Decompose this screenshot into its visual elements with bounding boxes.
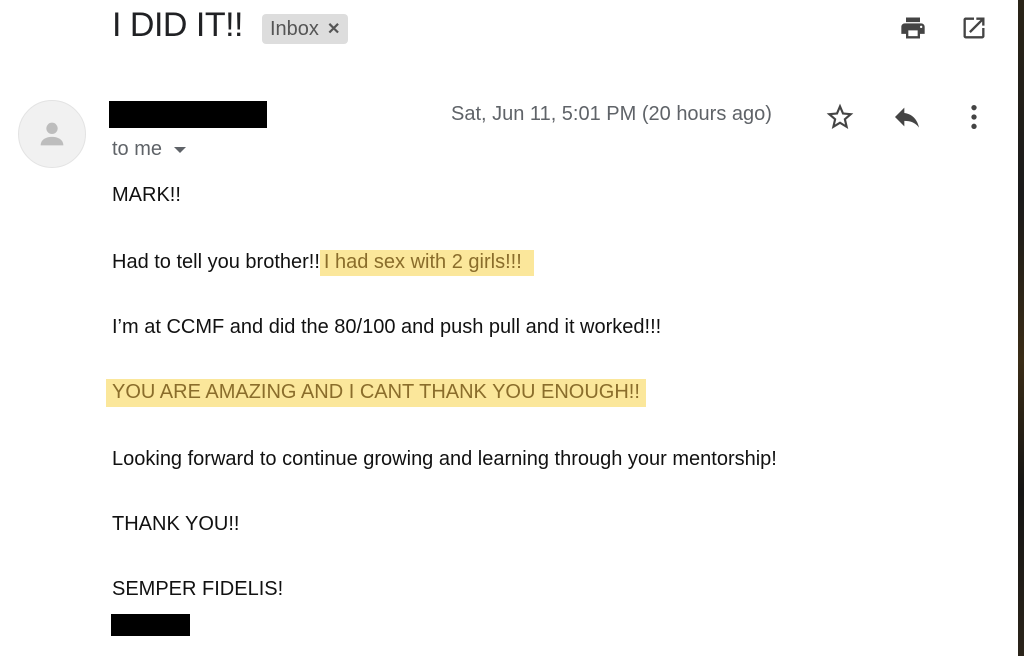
recipient-details-toggle[interactable]: to me [112, 138, 187, 161]
body-signoff: SEMPER FIDELIS! [112, 578, 284, 600]
label-chip-text: Inbox [270, 17, 319, 40]
inbox-label-chip[interactable]: Inbox ✕ [262, 14, 349, 44]
body-line-1: Had to tell you brother!! I had sex with … [112, 250, 534, 276]
chevron-down-icon [174, 146, 187, 153]
highlighted-text: I had sex with 2 girls!!! [319, 250, 534, 276]
background-edge [1018, 0, 1024, 656]
open-in-new-window-icon[interactable] [958, 12, 990, 44]
print-icon[interactable] [897, 12, 929, 44]
default-avatar-icon [40, 122, 64, 146]
signature-redacted [111, 614, 190, 636]
body-greeting: MARK!! [112, 184, 181, 206]
body-line-1-text: Had to tell you brother!! [112, 251, 320, 273]
body-line-5: THANK YOU!! [112, 513, 240, 535]
more-vertical-icon[interactable] [956, 99, 992, 135]
reply-icon[interactable] [889, 99, 925, 135]
email-subject: I DID IT!! [112, 6, 244, 44]
star-icon[interactable] [822, 99, 858, 135]
email-view: I DID IT!! Inbox ✕ Sat, Jun 11, 5:01 PM … [0, 0, 1024, 656]
highlighted-text: YOU ARE AMAZING AND I CANT THANK YOU ENO… [106, 379, 646, 407]
email-date: Sat, Jun 11, 5:01 PM (20 hours ago) [451, 103, 772, 125]
body-line-4: Looking forward to continue growing and … [112, 448, 777, 470]
body-line-3: YOU ARE AMAZING AND I CANT THANK YOU ENO… [106, 379, 646, 407]
sender-name-redacted [109, 101, 267, 128]
remove-label-icon[interactable]: ✕ [327, 19, 340, 39]
body-line-2: I’m at CCMF and did the 80/100 and push … [112, 316, 662, 338]
sender-avatar[interactable] [18, 100, 86, 168]
recipient-text: to me [112, 138, 163, 160]
